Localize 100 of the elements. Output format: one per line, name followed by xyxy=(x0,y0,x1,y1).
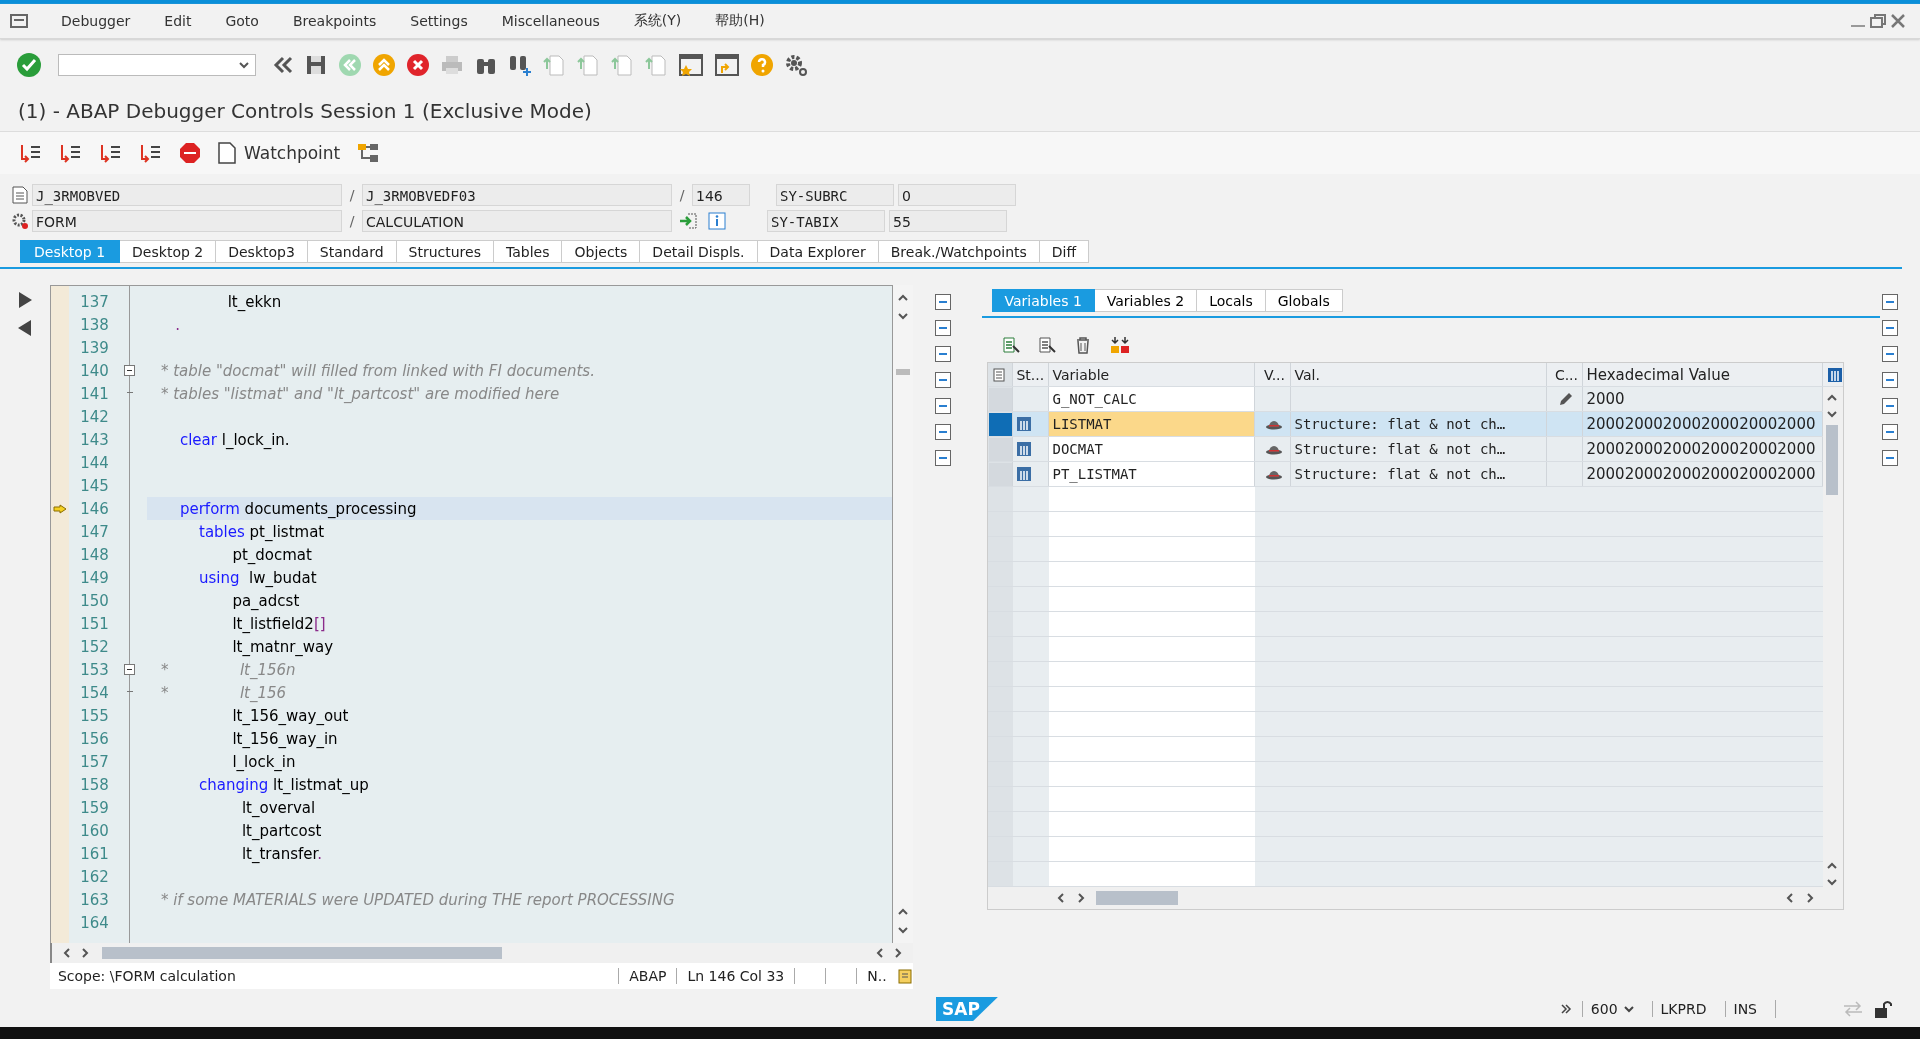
command-field[interactable] xyxy=(58,54,256,76)
mode-label: INS xyxy=(1724,1001,1765,1017)
column-header[interactable]: Val. xyxy=(1294,366,1320,383)
row-selector[interactable] xyxy=(988,412,1012,436)
column-header[interactable]: Hexadecimal Value xyxy=(1586,365,1730,384)
info-icon[interactable] xyxy=(708,212,726,230)
double-chevron-icon[interactable] xyxy=(272,54,294,76)
scroll-up-icon[interactable] xyxy=(896,907,909,917)
restore-icon[interactable] xyxy=(1870,13,1886,29)
menu-item[interactable]: Miscellaneous xyxy=(486,13,615,29)
notepad-icon[interactable] xyxy=(896,968,913,984)
desktop-tab[interactable]: Data Explorer xyxy=(757,240,879,263)
code-line: tables pt_listmat xyxy=(198,522,325,541)
desktop-tab[interactable]: Diff xyxy=(1039,240,1090,263)
scroll-right-icon[interactable] xyxy=(892,947,903,959)
lock-icon[interactable] xyxy=(1874,999,1892,1019)
close-icon[interactable] xyxy=(1890,13,1906,29)
goto-source-icon[interactable] xyxy=(678,212,698,230)
desktop-tab[interactable]: Tables xyxy=(493,240,563,263)
variables-tab[interactable]: Locals xyxy=(1197,289,1266,312)
scrollbar-thumb[interactable] xyxy=(101,947,502,959)
menu-item[interactable]: 帮助(H) xyxy=(700,12,780,30)
cancel-icon[interactable] xyxy=(406,53,430,77)
back-triangle-icon[interactable] xyxy=(16,319,33,337)
save-icon[interactable] xyxy=(304,53,328,77)
columns-icon[interactable] xyxy=(1826,366,1843,383)
menu-item[interactable]: Edit xyxy=(149,13,207,29)
table-settings-icon[interactable] xyxy=(993,367,1008,382)
scroll-left-icon[interactable] xyxy=(1785,892,1796,904)
desktop-tab[interactable]: Objects xyxy=(562,240,641,263)
variables-tab[interactable]: Variables 2 xyxy=(1094,289,1198,312)
collapse-icon[interactable] xyxy=(124,664,136,675)
insert-row-icon[interactable] xyxy=(1002,336,1021,354)
table-row[interactable]: DOCMAT Structure: flat & not ch… 200020002000200020002000 xyxy=(988,437,1824,462)
scrollbar-thumb[interactable] xyxy=(1096,891,1179,905)
scroll-right-icon[interactable] xyxy=(79,947,90,959)
current-line-arrow-icon xyxy=(52,503,67,514)
scroll-down-icon[interactable] xyxy=(1826,409,1839,419)
desktop-tab[interactable]: Desktop3 xyxy=(216,240,308,263)
scrollbar-thumb[interactable] xyxy=(1826,425,1839,495)
step-icon[interactable] xyxy=(138,142,162,164)
scrollbar-thumb[interactable] xyxy=(895,369,910,375)
table-row[interactable]: G_NOT_CALC 2000 xyxy=(988,387,1824,412)
code-line: * tables "listmat" and "lt_partcost" are modified here xyxy=(160,384,560,403)
caret-icon[interactable] xyxy=(239,61,249,69)
menu-item[interactable]: Goto xyxy=(210,13,274,29)
page-icon[interactable] xyxy=(218,142,236,164)
client-dropdown[interactable]: 600 xyxy=(1581,1001,1642,1017)
caret-icon[interactable] xyxy=(1623,1005,1634,1013)
column-header[interactable]: Variable xyxy=(1052,366,1110,383)
line-number: 161 xyxy=(79,844,110,863)
stop-icon[interactable] xyxy=(178,141,202,165)
pencil-icon[interactable] xyxy=(1558,391,1575,407)
play-icon[interactable] xyxy=(16,291,33,309)
desktop-tab[interactable]: Structures xyxy=(396,240,494,263)
variables-tab[interactable]: Globals xyxy=(1265,289,1343,312)
scroll-up-icon[interactable] xyxy=(896,293,909,303)
step-icon[interactable] xyxy=(18,142,42,164)
desktop-tab[interactable]: Break./Watchpoints xyxy=(878,240,1040,263)
desktop-tab[interactable]: Desktop 2 xyxy=(120,240,217,263)
separator-slash: / xyxy=(678,187,686,203)
scroll-down-icon[interactable] xyxy=(896,925,909,935)
binoculars-plus-icon[interactable] xyxy=(508,53,532,77)
desktop-tab[interactable]: Standard xyxy=(307,240,397,263)
expand-icon[interactable] xyxy=(1559,1003,1572,1015)
settings-icon[interactable] xyxy=(784,53,808,77)
scroll-right-icon[interactable] xyxy=(1076,892,1087,904)
hex-value: 2000 xyxy=(1586,390,1625,408)
hierarchy-icon[interactable] xyxy=(356,141,381,165)
column-header[interactable]: C... xyxy=(1554,366,1578,383)
check-icon[interactable] xyxy=(16,52,42,78)
scroll-left-icon[interactable] xyxy=(1056,892,1067,904)
scroll-up-icon[interactable] xyxy=(1826,861,1839,871)
scroll-right-icon[interactable] xyxy=(1805,892,1816,904)
desktop-tab[interactable]: Detail Displs. xyxy=(640,240,758,263)
scroll-left-icon[interactable] xyxy=(874,947,885,959)
menu-item[interactable]: Breakpoints xyxy=(277,13,392,29)
line-number: 141 xyxy=(79,384,110,403)
scroll-down-icon[interactable] xyxy=(896,311,909,321)
scroll-down-icon[interactable] xyxy=(1826,877,1839,887)
collapse-icon[interactable] xyxy=(124,365,136,376)
table-row[interactable]: PT_LISTMAT Structure: flat & not ch… 200020002000200020002000 xyxy=(988,462,1824,487)
column-header[interactable]: V... xyxy=(1263,366,1285,383)
menu-item[interactable]: Settings xyxy=(395,13,483,29)
table-row[interactable]: LISTMAT Structure: flat & not ch… 200020002000200020002000 xyxy=(988,412,1824,437)
watchpoint-button[interactable]: Watchpoint xyxy=(218,142,341,164)
menu-icon[interactable] xyxy=(10,14,28,28)
list-cursor-icon[interactable] xyxy=(1038,336,1057,354)
code-line: . xyxy=(174,315,180,334)
menu-item[interactable]: 系统(Y) xyxy=(618,12,697,30)
include-field: CALCULATION xyxy=(362,210,672,232)
menu-item[interactable]: Debugger xyxy=(46,13,146,29)
line-number: 151 xyxy=(79,614,110,633)
line-field: 146 xyxy=(692,184,750,206)
scroll-up-icon[interactable] xyxy=(1826,393,1839,403)
column-header[interactable]: St... xyxy=(1016,366,1045,383)
scroll-left-icon[interactable] xyxy=(61,947,72,959)
step-icon[interactable] xyxy=(98,142,122,164)
step-icon[interactable] xyxy=(58,142,82,164)
merge-icon[interactable] xyxy=(1110,336,1131,354)
